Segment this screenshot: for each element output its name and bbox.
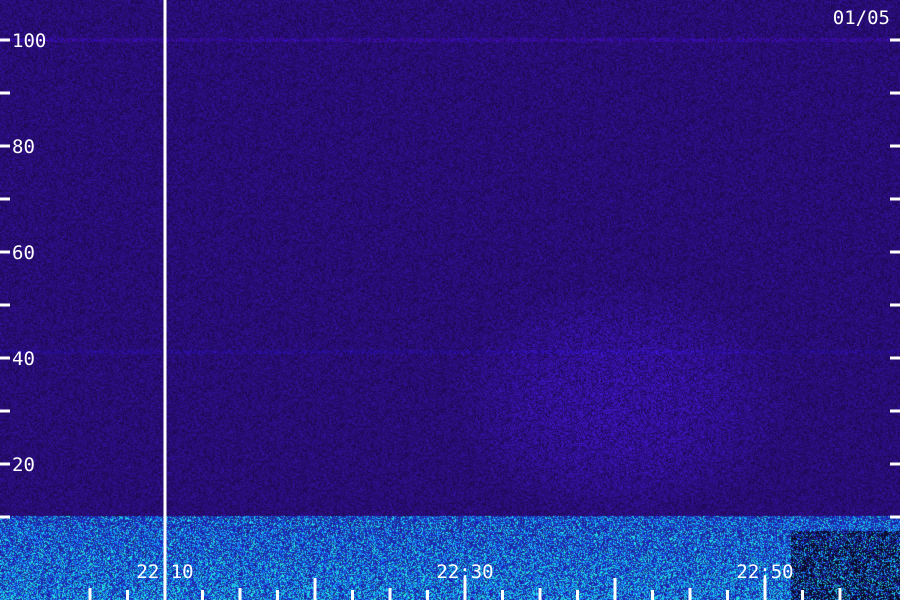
y-tick-label: 80	[12, 136, 35, 158]
y-tick-label: 40	[12, 348, 35, 370]
x-tick-label: 22:30	[436, 561, 493, 583]
x-tick-label: 22:50	[736, 561, 793, 583]
x-axis: 22:1022:3022:50	[88, 561, 842, 600]
date-label: 01/05	[833, 7, 890, 29]
axes-overlay: 01/05 10080604020 22:1022:3022:50	[0, 0, 900, 600]
y-axis: 100 80 60 40 20	[0, 30, 900, 519]
y-tick-label: 100	[12, 30, 46, 52]
y-tick-label: 60	[12, 242, 35, 264]
y-tick-label: 20	[12, 454, 35, 476]
